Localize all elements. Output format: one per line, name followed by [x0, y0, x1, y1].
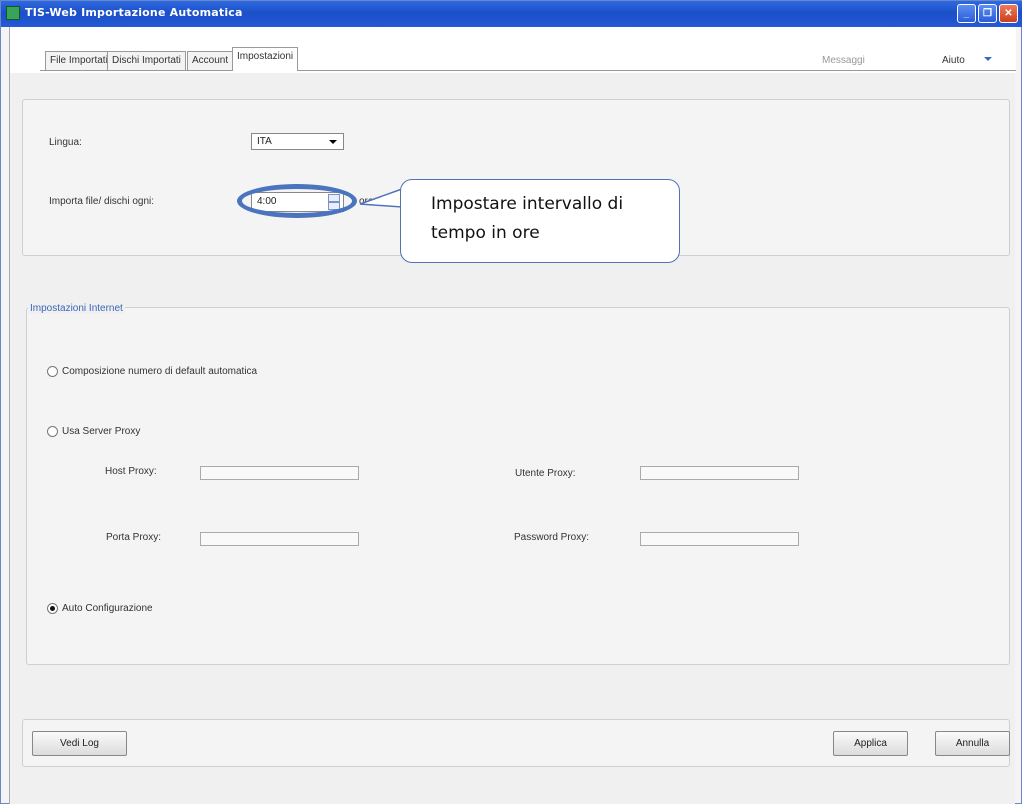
- radio-proxy-label: Usa Server Proxy: [62, 426, 141, 437]
- tab-dischi-importati[interactable]: Dischi Importati: [107, 51, 186, 70]
- app-icon: [6, 6, 20, 20]
- user-proxy-label: Utente Proxy:: [515, 468, 576, 479]
- highlight-ellipse: [237, 184, 357, 218]
- tab-impostazioni[interactable]: Impostazioni: [232, 47, 299, 71]
- language-select[interactable]: ITA: [251, 133, 344, 150]
- tab-bar: File Importati Dischi Importati Account …: [10, 27, 1016, 73]
- radio-proxy[interactable]: [47, 426, 58, 437]
- callout-line-2: tempo in ore: [431, 223, 540, 243]
- minimize-button[interactable]: _: [957, 4, 976, 23]
- apply-button[interactable]: Applica: [833, 731, 908, 756]
- help-link[interactable]: Aiuto: [942, 55, 965, 66]
- host-proxy-label: Host Proxy:: [105, 466, 157, 477]
- tab-account[interactable]: Account: [187, 51, 234, 70]
- chevron-down-icon: [329, 140, 337, 144]
- help-dropdown-icon[interactable]: [984, 57, 992, 61]
- radio-default-dial[interactable]: [47, 366, 58, 377]
- language-label: Lingua:: [49, 137, 82, 148]
- close-button[interactable]: ✕: [999, 4, 1018, 23]
- password-proxy-label: Password Proxy:: [514, 532, 590, 543]
- internet-settings-title: Impostazioni Internet: [28, 303, 125, 314]
- app-window: TIS-Web Importazione Automatica _ ❐ ✕ Fi…: [0, 0, 1022, 804]
- internet-settings-group: [26, 307, 1010, 665]
- radio-default-dial-label: Composizione numero di default automatic…: [62, 366, 258, 377]
- import-interval-label: Importa file/ dischi ogni:: [49, 196, 155, 207]
- language-value: ITA: [257, 136, 272, 147]
- messages-link[interactable]: Messaggi: [822, 55, 865, 66]
- cancel-button[interactable]: Annulla: [935, 731, 1010, 756]
- restore-button[interactable]: ❐: [978, 4, 997, 23]
- window-title: TIS-Web Importazione Automatica: [25, 6, 243, 19]
- port-proxy-label: Porta Proxy:: [106, 532, 162, 543]
- callout-line-1: Impostare intervallo di: [431, 194, 624, 214]
- client-area: File Importati Dischi Importati Account …: [9, 27, 1016, 804]
- tab-baseline: [40, 70, 1016, 71]
- radio-auto-config-label: Auto Configurazione: [62, 603, 153, 614]
- user-proxy-field[interactable]: [640, 466, 799, 480]
- tab-file-importati[interactable]: File Importati: [45, 51, 113, 70]
- title-bar[interactable]: TIS-Web Importazione Automatica _ ❐ ✕: [1, 1, 1022, 27]
- callout-annotation: Impostare intervallo di tempo in ore: [400, 179, 680, 263]
- password-proxy-field[interactable]: [640, 532, 799, 546]
- view-log-button[interactable]: Vedi Log: [32, 731, 127, 756]
- host-proxy-field[interactable]: [200, 466, 359, 480]
- port-proxy-field[interactable]: [200, 532, 359, 546]
- radio-auto-config[interactable]: [47, 603, 58, 614]
